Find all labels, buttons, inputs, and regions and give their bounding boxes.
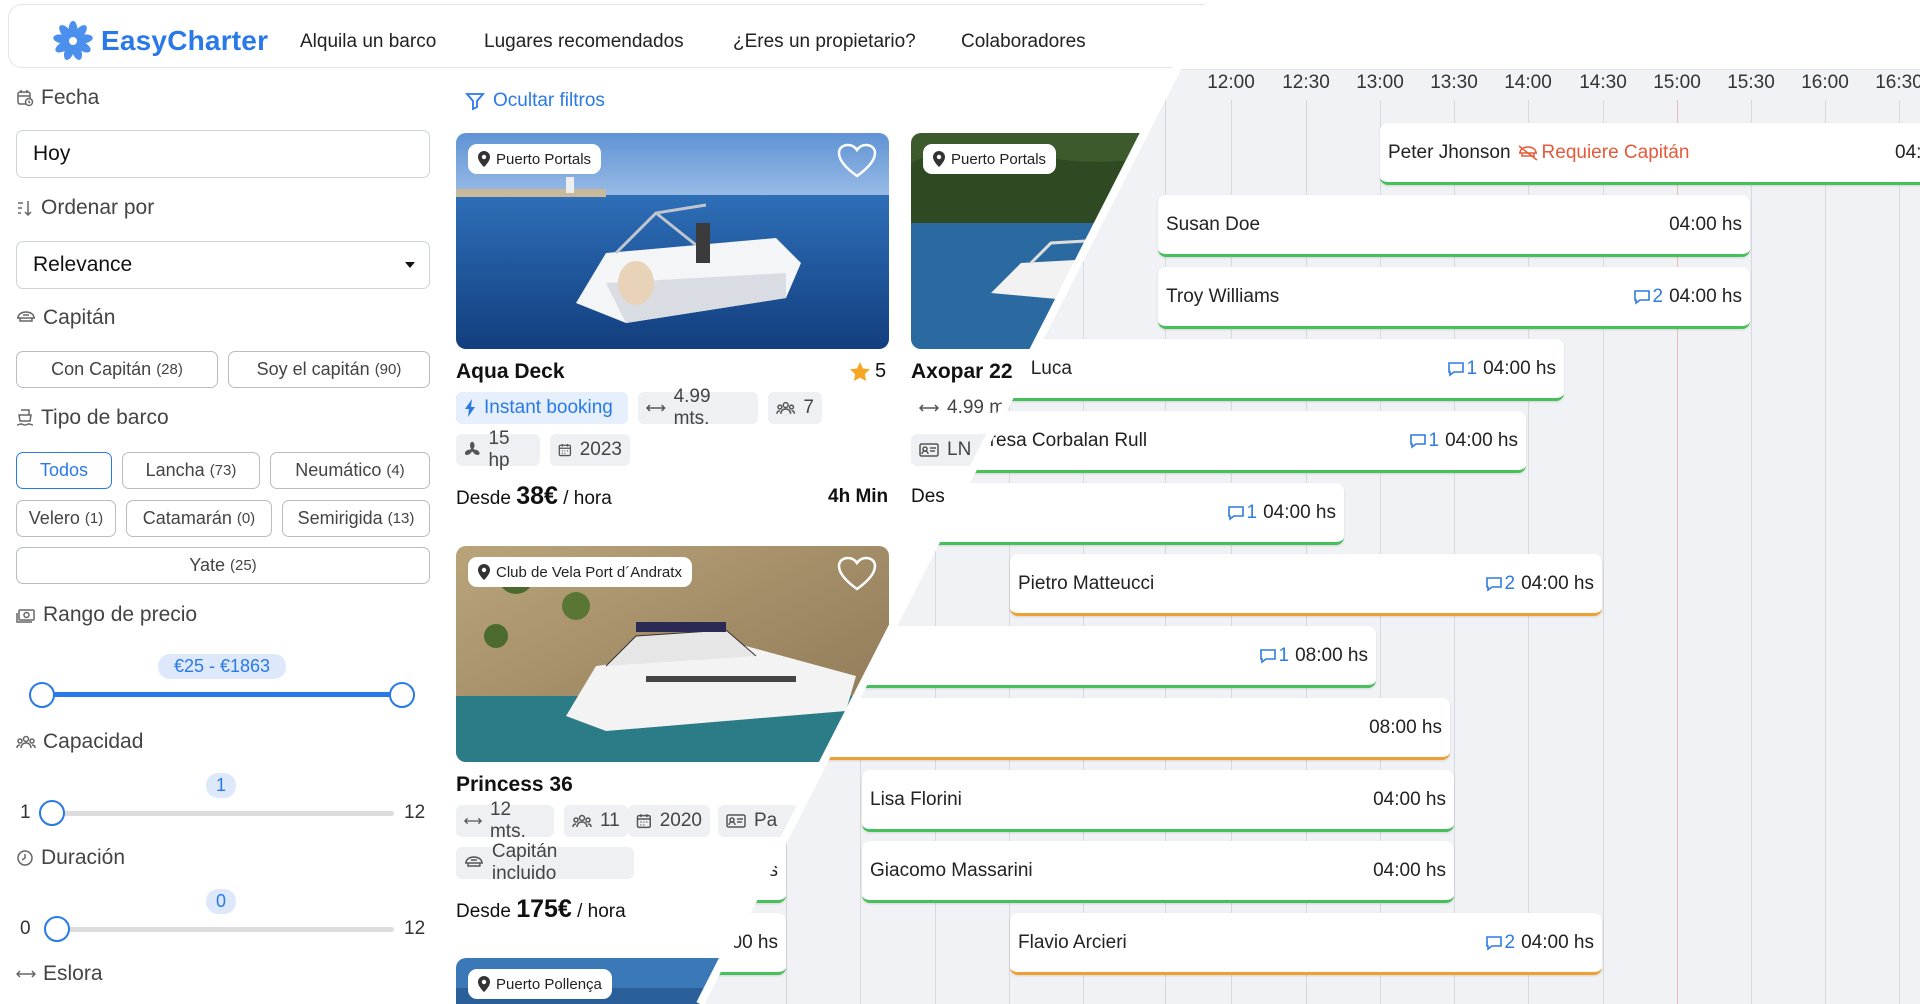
diagonal-divider bbox=[696, 0, 1216, 1004]
composite-screenshot: 012:0012:3013:0013:3014:0014:3015:0015:3… bbox=[0, 0, 1920, 1004]
